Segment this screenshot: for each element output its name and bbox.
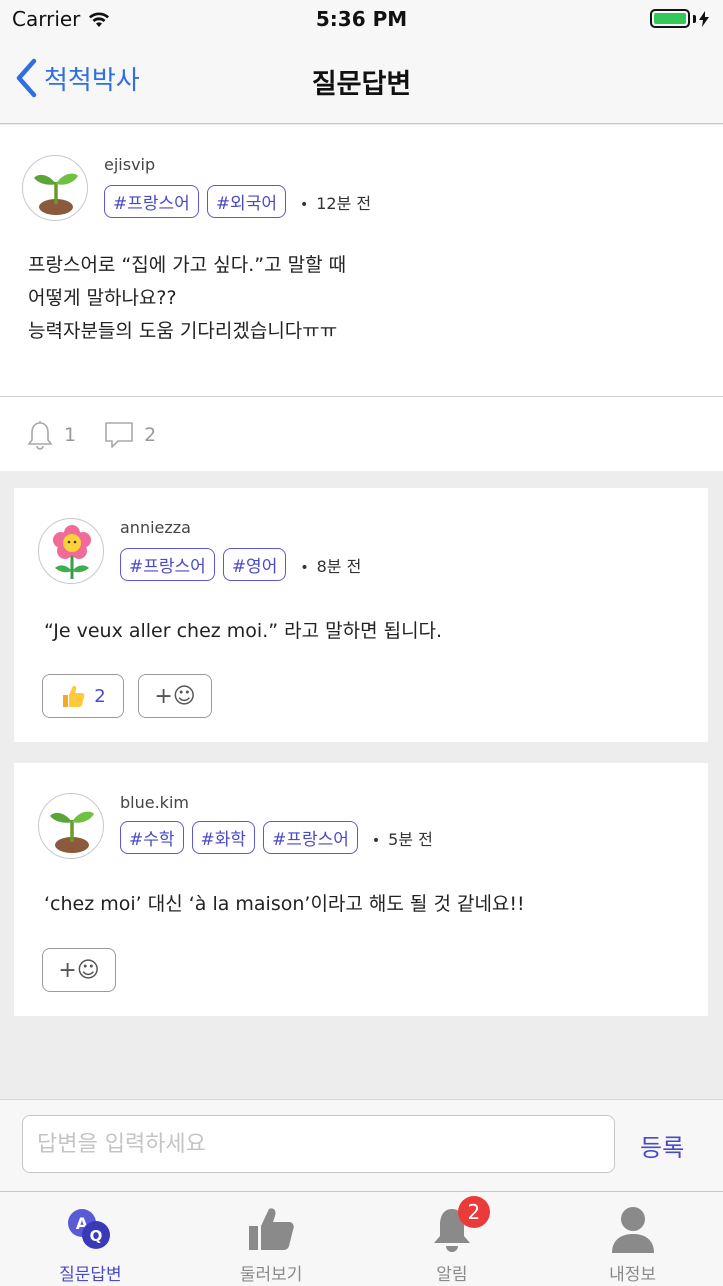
tag-list: #수학 #화학 #프랑스어 5분 전 bbox=[120, 821, 433, 854]
status-bar: Carrier 5:36 PM bbox=[0, 0, 723, 40]
sprout-avatar-icon bbox=[34, 173, 78, 215]
tag[interactable]: #외국어 bbox=[206, 185, 286, 218]
tag[interactable]: #영어 bbox=[222, 548, 287, 581]
navigation-bar: 척척박사 질문답변 bbox=[0, 40, 723, 124]
tab-qa[interactable]: A Q 질문답변 bbox=[0, 1192, 181, 1286]
tab-label: 질문답변 bbox=[59, 1265, 122, 1285]
tag[interactable]: #화학 bbox=[191, 821, 256, 854]
question-line: 능력자분들의 도움 기다리겠습니다ㅠㅠ bbox=[28, 320, 338, 342]
tab-bar: A Q 질문답변 둘러보기 2 알림 내정보 bbox=[0, 1191, 723, 1286]
thumbs-up-emoji-icon bbox=[63, 685, 85, 707]
tag[interactable]: #프랑스어 bbox=[120, 548, 215, 581]
add-reaction-label: +☺ bbox=[154, 683, 196, 709]
avatar[interactable] bbox=[22, 155, 88, 221]
tab-label: 내정보 bbox=[609, 1265, 657, 1285]
submit-button[interactable]: 등록 bbox=[640, 1128, 684, 1163]
post-time: 8분 전 bbox=[300, 553, 362, 577]
battery-icon bbox=[650, 9, 709, 28]
add-reaction-label: +☺ bbox=[58, 957, 100, 983]
tab-notifications[interactable]: 2 알림 bbox=[362, 1192, 543, 1286]
answer-card: blue.kim #수학 #화학 #프랑스어 5분 전 ‘chez moi’ 대… bbox=[14, 763, 708, 1016]
divider bbox=[0, 396, 723, 397]
username[interactable]: ejisvip bbox=[104, 155, 155, 174]
reaction-row: 2 +☺ bbox=[42, 674, 212, 718]
like-reaction-button[interactable]: 2 bbox=[42, 674, 124, 718]
status-time: 5:36 PM bbox=[315, 7, 408, 31]
comment-icon bbox=[105, 422, 133, 448]
sprout-avatar-icon bbox=[50, 811, 94, 853]
question-card: ejisvip #프랑스어 #외국어 12분 전 프랑스어로 “집에 가고 싶다… bbox=[0, 125, 723, 471]
tab-profile[interactable]: 내정보 bbox=[542, 1192, 723, 1286]
answer-input-bar: 등록 bbox=[0, 1099, 723, 1191]
tag-list: #프랑스어 #영어 8분 전 bbox=[120, 548, 361, 581]
charging-icon bbox=[699, 10, 709, 27]
reaction-row: +☺ bbox=[42, 948, 116, 992]
comment-count: 2 bbox=[144, 424, 157, 446]
post-time: 5분 전 bbox=[372, 826, 433, 850]
avatar[interactable] bbox=[38, 518, 104, 584]
answer-body: ‘chez moi’ 대신 ‘à la maison’이라고 해도 될 것 같네… bbox=[44, 893, 525, 915]
person-icon bbox=[611, 1207, 654, 1253]
tag-list: #프랑스어 #외국어 12분 전 bbox=[104, 185, 371, 218]
username[interactable]: blue.kim bbox=[120, 793, 189, 812]
answer-card: anniezza #프랑스어 #영어 8분 전 “Je veux aller c… bbox=[14, 488, 708, 742]
bell-outline-icon bbox=[27, 421, 53, 450]
tag[interactable]: #프랑스어 bbox=[104, 185, 199, 218]
page-title: 질문답변 bbox=[311, 69, 412, 100]
answer-input[interactable] bbox=[22, 1115, 615, 1173]
question-line: 어떻게 말하나요?? bbox=[28, 287, 177, 309]
notify-count: 1 bbox=[64, 424, 77, 446]
thumbs-up-icon bbox=[249, 1208, 294, 1250]
post-time: 12분 전 bbox=[300, 190, 371, 214]
like-count: 2 bbox=[94, 685, 106, 707]
avatar[interactable] bbox=[38, 793, 104, 859]
svg-text:Q: Q bbox=[90, 1227, 103, 1245]
add-reaction-button[interactable]: +☺ bbox=[138, 674, 212, 718]
question-actions: 1 2 bbox=[26, 420, 174, 450]
flower-avatar-icon bbox=[53, 525, 91, 579]
username[interactable]: anniezza bbox=[120, 518, 191, 537]
tag[interactable]: #수학 bbox=[120, 821, 184, 854]
tab-browse[interactable]: 둘러보기 bbox=[181, 1192, 362, 1286]
qa-icon: A Q bbox=[68, 1209, 111, 1249]
answer-body: “Je veux aller chez moi.” 라고 말하면 됩니다. bbox=[44, 620, 443, 642]
question-line: 프랑스어로 “집에 가고 싶다.”고 말할 때 bbox=[28, 254, 347, 276]
add-reaction-button[interactable]: +☺ bbox=[42, 948, 116, 992]
tab-label: 둘러보기 bbox=[239, 1265, 303, 1285]
question-body: 프랑스어로 “집에 가고 싶다.”고 말할 때 어떻게 말하나요?? 능력자분들… bbox=[28, 249, 346, 348]
notify-button[interactable]: 1 bbox=[26, 420, 76, 450]
notification-badge: 2 bbox=[457, 1196, 490, 1228]
tag[interactable]: #프랑스어 bbox=[263, 821, 358, 854]
comment-button[interactable]: 2 bbox=[104, 421, 156, 449]
tab-label: 알림 bbox=[436, 1265, 468, 1285]
